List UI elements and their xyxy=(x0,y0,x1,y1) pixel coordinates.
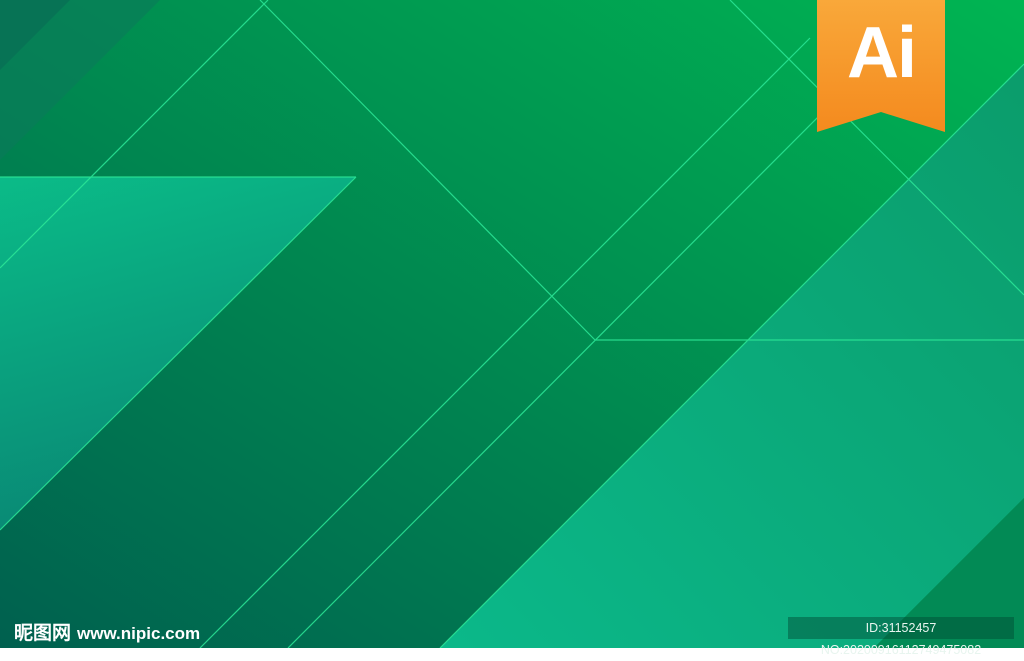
ai-badge: Ai xyxy=(817,0,945,132)
site-url: www.nipic.com xyxy=(77,624,201,643)
site-watermark: 昵图网 www.nipic.com xyxy=(14,618,200,645)
image-id-bar: ID:31152457 NO:20200916112749475082 xyxy=(788,617,1014,657)
ai-badge-label: Ai xyxy=(847,13,917,93)
site-name-cn: 昵图网 xyxy=(14,623,72,644)
